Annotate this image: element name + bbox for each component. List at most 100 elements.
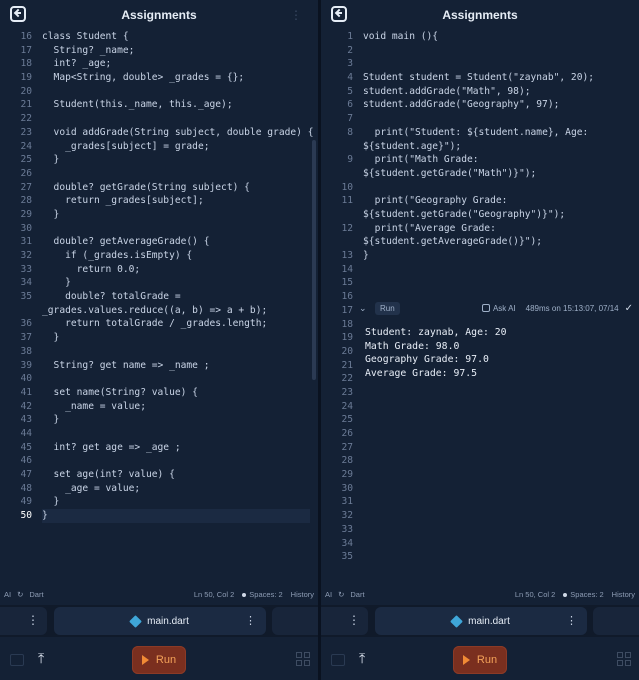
code-line[interactable] [42, 427, 310, 441]
code-line[interactable]: Student(this._name, this._age); [42, 98, 310, 112]
code-line[interactable] [363, 550, 631, 564]
keyboard-icon[interactable] [10, 654, 24, 666]
tab-previous[interactable]: ⋮ [0, 607, 47, 635]
spaces-setting[interactable]: Spaces: 2 [242, 590, 283, 599]
tab-menu-icon[interactable]: ⋮ [348, 613, 360, 627]
code-line[interactable]: } [42, 331, 310, 345]
language-label[interactable]: Dart [350, 590, 364, 599]
code-line[interactable] [363, 44, 631, 58]
code-line[interactable] [42, 222, 310, 236]
ask-ai-button[interactable]: Ask AI [481, 304, 516, 313]
code-line[interactable]: } [42, 509, 310, 523]
code-line[interactable] [42, 454, 310, 468]
code-line[interactable]: void addGrade(String subject, double gra… [42, 126, 314, 140]
code-line[interactable] [363, 400, 631, 414]
tab-main-dart[interactable]: main.dart ⋮ [54, 607, 266, 635]
code-line[interactable] [42, 167, 310, 181]
tab-menu-icon[interactable]: ⋮ [566, 614, 577, 627]
code-line[interactable]: double? getAverageGrade() { [42, 235, 310, 249]
grid-icon[interactable] [617, 652, 631, 666]
code-line[interactable]: return _grades[subject]; [42, 194, 310, 208]
code-line[interactable] [363, 468, 631, 482]
code-line[interactable]: print("Student: ${student.name}, Age: ${… [363, 126, 631, 153]
tab-next[interactable] [272, 607, 318, 635]
code-line[interactable]: if (_grades.isEmpty) { [42, 249, 310, 263]
code-line[interactable]: double? getGrade(String subject) { [42, 181, 310, 195]
code-line[interactable]: _grades[subject] = grade; [42, 140, 310, 154]
code-line[interactable]: } [363, 249, 631, 263]
code-line[interactable]: double? totalGrade = _grades.values.redu… [42, 290, 310, 317]
code-line[interactable]: print("Average Grade: ${student.getAvera… [363, 222, 631, 249]
code-editor[interactable]: 16 17 18 19 20 21 22 23 24 25 26 27 28 29 30 31 32 33 34 35… [0, 30, 318, 582]
code-area[interactable]: void main (){ Student student = Student("… [363, 30, 631, 564]
code-line[interactable] [363, 441, 631, 455]
code-line[interactable]: print("Math Grade: ${student.getGrade("M… [363, 153, 631, 180]
code-line[interactable] [363, 276, 631, 290]
code-line[interactable]: set name(String? value) { [42, 386, 310, 400]
code-line[interactable]: String? get name => _name ; [42, 359, 310, 373]
code-line[interactable] [363, 454, 631, 468]
language-label[interactable]: Dart [29, 590, 43, 599]
code-line[interactable]: _name = value; [42, 400, 310, 414]
scrollbar[interactable] [312, 140, 316, 380]
code-line[interactable] [363, 495, 631, 509]
chevron-down-icon[interactable]: ⌄ [359, 303, 369, 314]
code-line[interactable]: print("Geography Grade: ${student.getGra… [363, 194, 631, 221]
run-button[interactable]: Run [132, 646, 186, 674]
run-chip[interactable]: Run [375, 301, 400, 315]
run-button[interactable]: Run [453, 646, 507, 674]
code-line[interactable]: Map<String, double> _grades = {}; [42, 71, 310, 85]
code-line[interactable]: int? _age; [42, 57, 310, 71]
grid-icon[interactable] [296, 652, 310, 666]
ai-sparkle-icon[interactable]: ⤒ [359, 650, 365, 667]
code-line[interactable]: student.addGrade("Geography", 97); [363, 98, 631, 112]
ai-status[interactable]: AI [4, 590, 11, 599]
code-line[interactable]: class Student { [42, 30, 310, 44]
spaces-setting[interactable]: Spaces: 2 [563, 590, 604, 599]
code-line[interactable] [363, 413, 631, 427]
code-line[interactable]: _age = value; [42, 482, 310, 496]
code-editor[interactable]: 1 2 3 4 5 6 7 8 9 10 11 12 13 14 15 16 17 18 19 20 21 22 23 24 2… [321, 30, 639, 582]
history-button[interactable]: History [291, 590, 314, 599]
back-icon[interactable] [10, 6, 26, 22]
code-line[interactable] [363, 263, 631, 277]
code-line[interactable] [363, 509, 631, 523]
code-line[interactable] [363, 537, 631, 551]
code-line[interactable] [363, 482, 631, 496]
code-line[interactable]: void main (){ [363, 30, 631, 44]
code-line[interactable] [42, 345, 310, 359]
code-line[interactable] [363, 181, 631, 195]
code-line[interactable]: } [42, 276, 310, 290]
keyboard-icon[interactable] [331, 654, 345, 666]
ai-sparkle-icon[interactable]: ⤒ [38, 650, 44, 667]
cursor-position[interactable]: Ln 50, Col 2 [194, 590, 234, 599]
code-line[interactable]: Student student = Student("zaynab", 20); [363, 71, 631, 85]
code-line[interactable]: student.addGrade("Math", 98); [363, 85, 631, 99]
cursor-position[interactable]: Ln 50, Col 2 [515, 590, 555, 599]
code-line[interactable] [363, 57, 631, 71]
history-button[interactable]: History [612, 590, 635, 599]
code-line[interactable] [42, 372, 310, 386]
code-line[interactable]: } [42, 413, 310, 427]
more-icon[interactable]: ⋮ [290, 8, 302, 22]
code-line[interactable]: set age(int? value) { [42, 468, 310, 482]
tab-main-dart[interactable]: main.dart ⋮ [375, 607, 587, 635]
code-line[interactable]: } [42, 208, 310, 222]
code-line[interactable] [363, 112, 631, 126]
code-line[interactable]: int? get age => _age ; [42, 441, 310, 455]
code-line[interactable]: return totalGrade / _grades.length; [42, 317, 310, 331]
code-line[interactable]: return 0.0; [42, 263, 310, 277]
code-line[interactable]: String? _name; [42, 44, 310, 58]
code-area[interactable]: class Student { String? _name; int? _age… [42, 30, 314, 523]
back-icon[interactable] [331, 6, 347, 22]
code-line[interactable]: } [42, 495, 310, 509]
tab-menu-icon[interactable]: ⋮ [245, 614, 256, 627]
code-line[interactable] [363, 427, 631, 441]
ai-status[interactable]: AI [325, 590, 332, 599]
tab-menu-icon[interactable]: ⋮ [27, 613, 39, 627]
code-line[interactable]: } [42, 153, 310, 167]
tab-previous[interactable]: ⋮ [321, 607, 368, 635]
tab-next[interactable] [593, 607, 639, 635]
code-line[interactable] [363, 523, 631, 537]
code-line[interactable] [42, 112, 310, 126]
